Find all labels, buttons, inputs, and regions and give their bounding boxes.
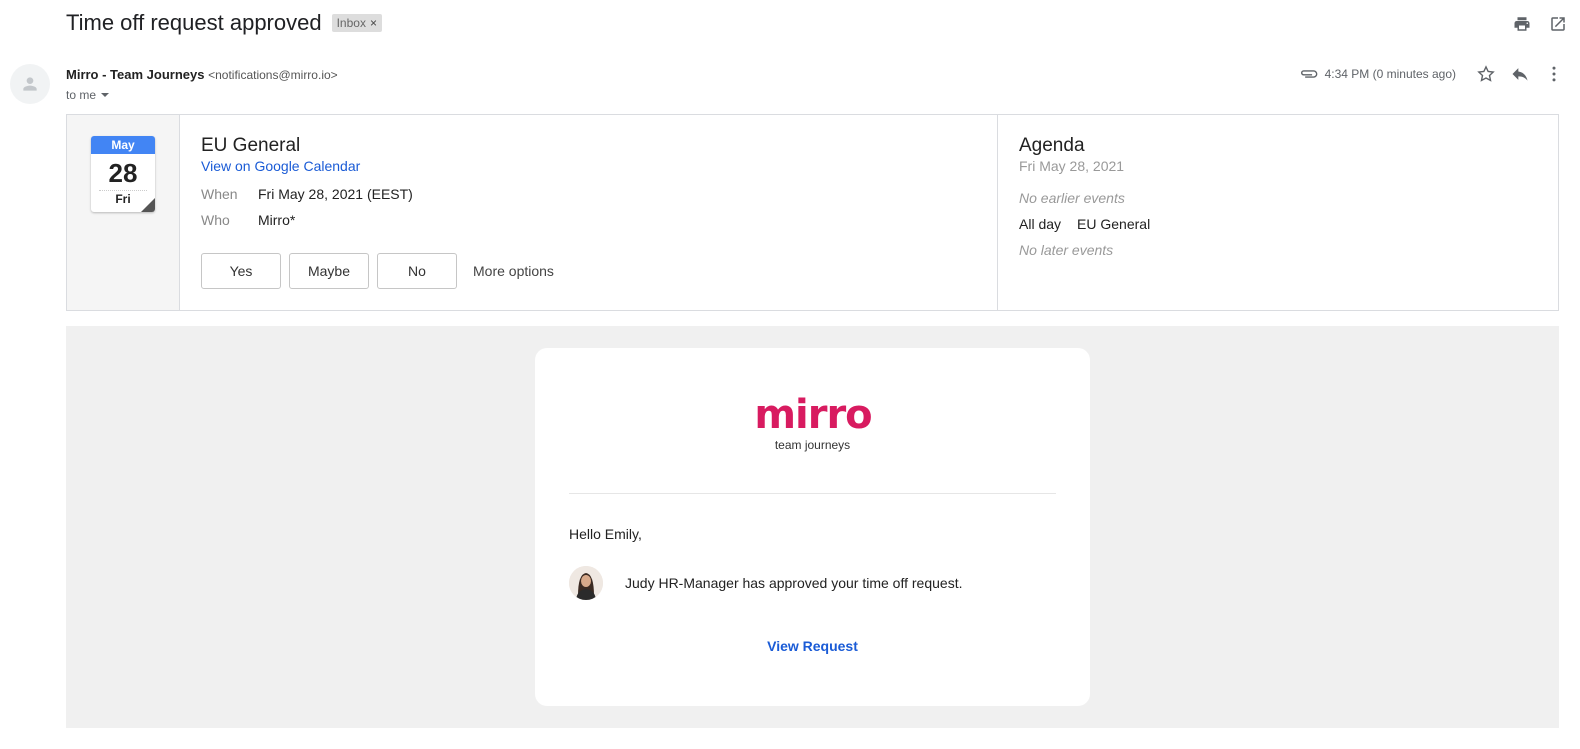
print-icon[interactable] <box>1512 14 1532 34</box>
recipients-toggle[interactable]: to me <box>66 88 110 102</box>
label-chip-text: Inbox <box>336 16 366 30</box>
rsvp-no-button[interactable]: No <box>377 253 457 289</box>
rsvp-maybe-button[interactable]: Maybe <box>289 253 369 289</box>
inbox-label-chip[interactable]: Inbox × <box>331 14 382 32</box>
agenda-event-name: EU General <box>1077 216 1151 232</box>
subject-row: Time off request approved Inbox × <box>66 10 382 36</box>
agenda-date: Fri May 28, 2021 <box>1019 158 1125 174</box>
thread-actions <box>1512 14 1568 34</box>
view-request-link[interactable]: View Request <box>535 638 1090 654</box>
calendar-day: 28 <box>108 158 138 188</box>
rsvp-row: Yes Maybe No More options <box>201 253 554 289</box>
no-earlier-events: No earlier events <box>1019 190 1125 206</box>
no-later-events: No later events <box>1019 242 1114 258</box>
person-icon <box>23 77 37 91</box>
caret-down-icon <box>101 93 110 97</box>
approval-message: Judy HR-Manager has approved your time o… <box>625 575 963 591</box>
divider <box>569 493 1056 494</box>
open-in-new-icon[interactable] <box>1548 14 1568 34</box>
calendar-month: May <box>91 136 155 154</box>
when-value: Fri May 28, 2021 (EEST) <box>258 186 413 202</box>
more-options-link[interactable]: More options <box>473 263 554 279</box>
email-body: mirro team journeys Hello Emily, Judy HR… <box>66 326 1559 728</box>
rsvp-yes-button[interactable]: Yes <box>201 253 281 289</box>
remove-label-icon[interactable]: × <box>370 16 377 30</box>
star-icon[interactable] <box>1476 64 1496 84</box>
agenda-event-row[interactable]: All day EU General <box>1019 216 1558 232</box>
greeting: Hello Emily, <box>569 526 642 542</box>
mirro-logo-text: mirro <box>754 396 871 436</box>
time-wrap: 4:34 PM (0 minutes ago) <box>1299 67 1456 81</box>
sender-name[interactable]: Mirro - Team Journeys <box>66 67 204 82</box>
agenda-title: Agenda <box>1019 135 1085 156</box>
calendar-weekday: Fri <box>99 190 147 206</box>
message-card: mirro team journeys Hello Emily, Judy HR… <box>535 348 1090 706</box>
message-meta: 4:34 PM (0 minutes ago) <box>1299 64 1564 84</box>
sender-row: Mirro - Team Journeys <notifications@mir… <box>66 67 338 82</box>
view-on-google-calendar-link[interactable]: View on Google Calendar <box>201 158 360 174</box>
who-label: Who <box>201 212 230 228</box>
email-subject: Time off request approved <box>66 10 322 35</box>
calendar-date-icon: May 28 Fri <box>91 136 155 212</box>
to-me-label: to me <box>66 88 97 102</box>
approver-row: Judy HR-Manager has approved your time o… <box>569 566 962 600</box>
agenda-panel: Agenda Fri May 28, 2021 No earlier event… <box>998 115 1558 310</box>
more-vert-icon[interactable] <box>1544 64 1564 84</box>
event-title: EU General <box>201 135 301 156</box>
sender-avatar[interactable] <box>10 64 50 104</box>
mirro-logo-mark: mirro <box>754 396 872 436</box>
sender-email: <notifications@mirro.io> <box>208 68 338 82</box>
calendar-invite-card: May 28 Fri EU General View on Google Cal… <box>66 114 1559 311</box>
event-details: EU General View on Google Calendar When … <box>180 115 998 310</box>
when-row: When Fri May 28, 2021 (EEST) <box>201 186 997 202</box>
who-row: Who Mirro* <box>201 212 997 228</box>
page-fold-icon <box>141 198 155 212</box>
approver-avatar <box>569 566 603 600</box>
paperclip-icon <box>1300 70 1317 78</box>
reply-icon[interactable] <box>1510 64 1530 84</box>
when-label: When <box>201 186 238 202</box>
logo-tagline: team journeys <box>774 438 851 452</box>
calendar-date-panel: May 28 Fri <box>67 115 180 310</box>
who-value: Mirro* <box>258 212 296 228</box>
mirro-logo: mirro team journeys <box>535 396 1090 452</box>
message-time: 4:34 PM (0 minutes ago) <box>1324 67 1456 81</box>
agenda-event-time: All day <box>1019 216 1062 232</box>
